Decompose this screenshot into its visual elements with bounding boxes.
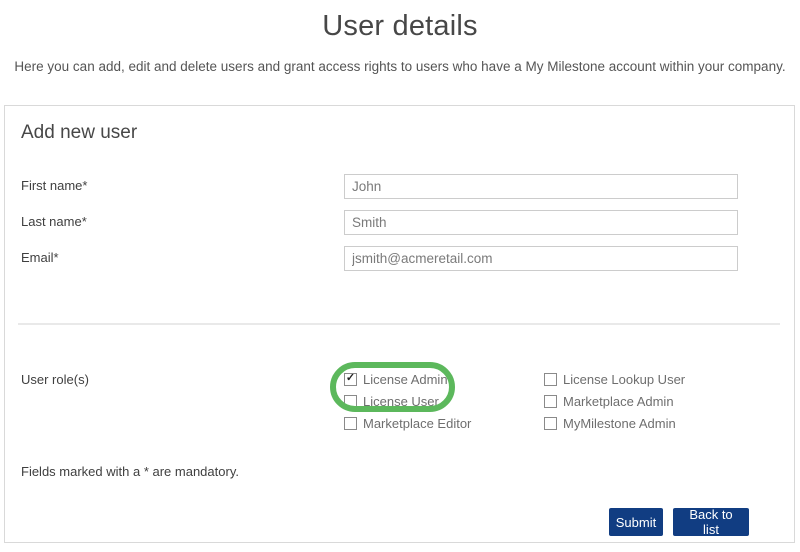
submit-button[interactable]: Submit — [609, 508, 663, 536]
mandatory-fields-note: Fields marked with a * are mandatory. — [21, 464, 239, 479]
page-subtitle: Here you can add, edit and delete users … — [14, 59, 786, 74]
role-checkbox-license-user[interactable]: ✓ License User — [344, 393, 439, 409]
role-label: Marketplace Editor — [363, 415, 472, 431]
last-name-input[interactable] — [344, 210, 738, 235]
role-checkbox-marketplace-editor[interactable]: ✓ Marketplace Editor — [344, 415, 471, 431]
section-divider — [18, 323, 780, 325]
role-label: License User — [363, 393, 439, 409]
role-checkbox-license-admin[interactable]: ✓ License Admin — [344, 371, 448, 387]
role-label: MyMilestone Admin — [563, 415, 676, 431]
last-name-label: Last name* — [21, 214, 87, 229]
checkbox-icon: ✓ — [544, 394, 557, 408]
role-checkbox-marketplace-admin[interactable]: ✓ Marketplace Admin — [544, 393, 674, 409]
panel-heading: Add new user — [21, 122, 138, 143]
checkbox-icon: ✓ — [544, 372, 557, 386]
checkbox-icon: ✓ — [344, 372, 357, 386]
checkbox-icon: ✓ — [344, 416, 357, 430]
role-label: License Lookup User — [563, 371, 686, 387]
role-checkbox-mymilestone-admin[interactable]: ✓ MyMilestone Admin — [544, 415, 676, 431]
role-label: License Admin — [363, 371, 448, 387]
first-name-input[interactable] — [344, 174, 738, 199]
back-to-list-button[interactable]: Back to list — [673, 507, 749, 537]
role-label: Marketplace Admin — [563, 393, 674, 409]
email-input[interactable] — [344, 246, 738, 271]
checkbox-icon: ✓ — [544, 416, 557, 430]
check-icon: ✓ — [345, 372, 356, 384]
user-roles-label: User role(s) — [21, 372, 89, 387]
checkbox-icon: ✓ — [344, 394, 357, 408]
page-title: User details — [322, 10, 478, 42]
role-checkbox-license-lookup-user[interactable]: ✓ License Lookup User — [544, 371, 685, 387]
user-details-page: User details Here you can add, edit and … — [0, 0, 800, 552]
add-new-user-panel: Add new user First name* Last name* Emai… — [4, 105, 795, 543]
email-label: Email* — [21, 250, 59, 265]
first-name-label: First name* — [21, 178, 88, 193]
